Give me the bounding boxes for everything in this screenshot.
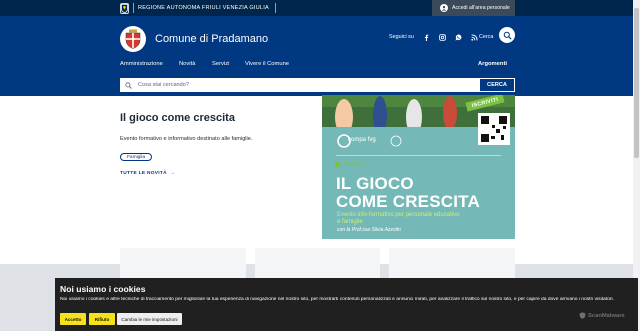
search-label: Cerca bbox=[479, 34, 494, 40]
cookie-title: Noi usiamo i cookies bbox=[60, 284, 146, 294]
news-title[interactable]: Il gioco come crescita bbox=[120, 112, 235, 124]
municipality-crest-icon bbox=[120, 26, 146, 52]
all-news-link[interactable]: TUTTE LE NOVITÀ → bbox=[120, 171, 175, 176]
main-header: Comune di Pradamano Seguici su Cerca Amm… bbox=[0, 16, 640, 96]
facebook-icon[interactable] bbox=[423, 33, 431, 41]
promo-author: con la Prof.ssa Silvia Azzolin bbox=[337, 227, 401, 233]
promo-event-label: EVENTI bbox=[344, 162, 367, 168]
main-nav: Amministrazione Novità Servizi Vivere il… bbox=[120, 61, 515, 71]
nav-item-vivere-il-comune[interactable]: Vivere il Comune bbox=[245, 61, 289, 67]
event-image[interactable]: ISCRIVITI compa fvg EVENTI IL GIOCO COME… bbox=[322, 95, 515, 239]
cookie-banner: Noi usiamo i cookies Noi usiamo i cookie… bbox=[55, 278, 638, 331]
news-description: Evento formativo e informativo destinato… bbox=[120, 136, 253, 142]
arrow-right-icon: → bbox=[169, 171, 175, 176]
search-input[interactable]: Cosa stai cercando? bbox=[120, 78, 479, 92]
promo-subtitle-line1: Evento info-formativo per personale educ… bbox=[337, 212, 460, 218]
user-icon bbox=[440, 4, 448, 12]
region-link[interactable]: REGIONE AUTONOMA FRIULI VENEZIA GIULIA bbox=[120, 2, 276, 14]
site-title: Comune di Pradamano bbox=[155, 33, 269, 45]
cookie-text: Noi usiamo i cookies e altre tecniche di… bbox=[60, 297, 614, 302]
slim-header: REGIONE AUTONOMA FRIULI VENEZIA GIULIA A… bbox=[0, 0, 640, 16]
promo-title-line2: COME CRESCITA bbox=[336, 192, 480, 211]
login-label: Accedi all'area personale bbox=[452, 5, 510, 11]
home-link[interactable]: Comune di Pradamano bbox=[120, 26, 268, 52]
promo-brand: compa fvg bbox=[348, 137, 376, 143]
scanmalware-label: ScanMalware bbox=[588, 312, 625, 319]
region-crest-icon bbox=[120, 2, 129, 14]
nav-item-argomenti[interactable]: Argomenti bbox=[478, 61, 507, 67]
search-icon bbox=[503, 31, 512, 40]
search-submit-button[interactable]: CERCA bbox=[479, 78, 515, 92]
shield-icon bbox=[579, 312, 586, 319]
social-links: Seguici su bbox=[389, 30, 487, 44]
nav-item-amministrazione[interactable]: Amministrazione bbox=[120, 61, 163, 67]
follow-label: Seguici su bbox=[389, 34, 414, 40]
region-name: REGIONE AUTONOMA FRIULI VENEZIA GIULIA bbox=[138, 5, 269, 11]
all-news-label: TUTTE LE NOVITÀ bbox=[120, 171, 167, 176]
search-placeholder: Cosa stai cercando? bbox=[138, 82, 189, 88]
divider bbox=[274, 3, 276, 13]
nav-item-servizi[interactable]: Servizi bbox=[212, 61, 229, 67]
nav-item-novita[interactable]: Novità bbox=[179, 61, 195, 67]
tag-famiglia[interactable]: Famiglia bbox=[120, 153, 153, 161]
scrollbar-thumb[interactable] bbox=[634, 8, 639, 158]
cookie-settings-button[interactable]: Cambia le mie impostazioni bbox=[117, 313, 182, 325]
search-button[interactable] bbox=[499, 27, 515, 43]
login-button[interactable]: Accedi all'area personale bbox=[432, 0, 515, 16]
scanmalware-link[interactable]: ScanMalware bbox=[579, 312, 625, 319]
reject-button[interactable]: Rifiuto bbox=[89, 313, 115, 325]
promo-title-line1: IL GIOCO bbox=[336, 174, 414, 193]
promo-subtitle-line2: e famiglie bbox=[337, 219, 363, 225]
rss-icon[interactable] bbox=[471, 33, 479, 41]
divider bbox=[133, 3, 134, 13]
instagram-icon[interactable] bbox=[439, 33, 447, 41]
search-icon bbox=[125, 81, 132, 89]
accept-button[interactable]: Accetto bbox=[60, 313, 86, 325]
whatsapp-icon[interactable] bbox=[455, 33, 463, 41]
